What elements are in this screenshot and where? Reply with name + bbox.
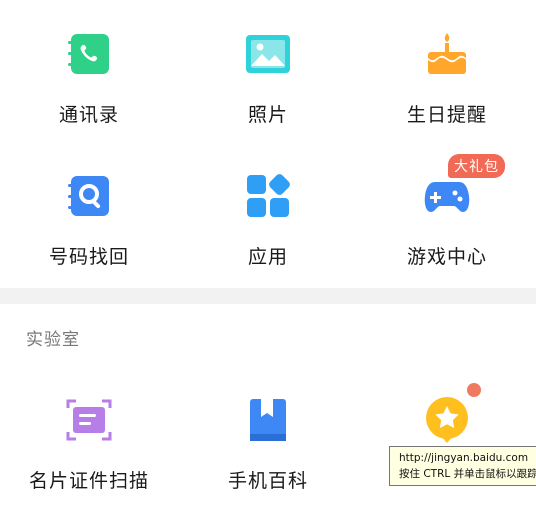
card-scan-icon [65,396,113,444]
tile-label: 生日提醒 [406,104,487,126]
apps-icon [244,172,292,220]
link-tooltip: http://jingyan.baidu.com 按住 CTRL 并单击鼠标以跟… [389,446,536,486]
gamepad-icon [423,172,471,220]
photo-icon [244,30,292,78]
tooltip-url: http://jingyan.baidu.com [399,452,529,464]
notification-dot [467,383,481,397]
star-badge-icon [423,396,471,444]
tile-photos[interactable]: 照片 [179,30,357,150]
tile-label: 号码找回 [48,246,129,268]
tile-contacts[interactable]: 通讯录 [0,30,178,150]
tile-label: 名片证件扫描 [28,470,149,492]
number-recovery-icon [65,172,113,220]
tile-label: 通讯录 [58,104,119,126]
contacts-icon [65,30,113,78]
tile-label: 手机百科 [227,470,308,492]
section-title-lab: 实验室 [26,330,80,350]
tile-apps[interactable]: 应用 [179,172,357,292]
feature-grid: 通讯录 照片 生日提醒 号码找回 应用 游戏中心 大礼包 [0,0,536,288]
section-divider [0,288,536,304]
gift-pack-badge: 大礼包 [448,154,505,178]
tile-number-recovery[interactable]: 号码找回 [0,172,178,292]
tile-label: 照片 [247,104,288,126]
tile-card-scan[interactable]: 名片证件扫描 [0,396,178,516]
tile-label: 游戏中心 [406,246,487,268]
tile-phone-encyclopedia[interactable]: 手机百科 [179,396,357,516]
bookmark-book-icon [244,396,292,444]
birthday-cake-icon [423,30,471,78]
tooltip-hint: 按住 CTRL 并单击鼠标以跟踪链接 [399,468,536,480]
tile-label: 应用 [247,246,288,268]
tile-game-center[interactable]: 游戏中心 [358,172,536,292]
tile-birthday[interactable]: 生日提醒 [358,30,536,150]
